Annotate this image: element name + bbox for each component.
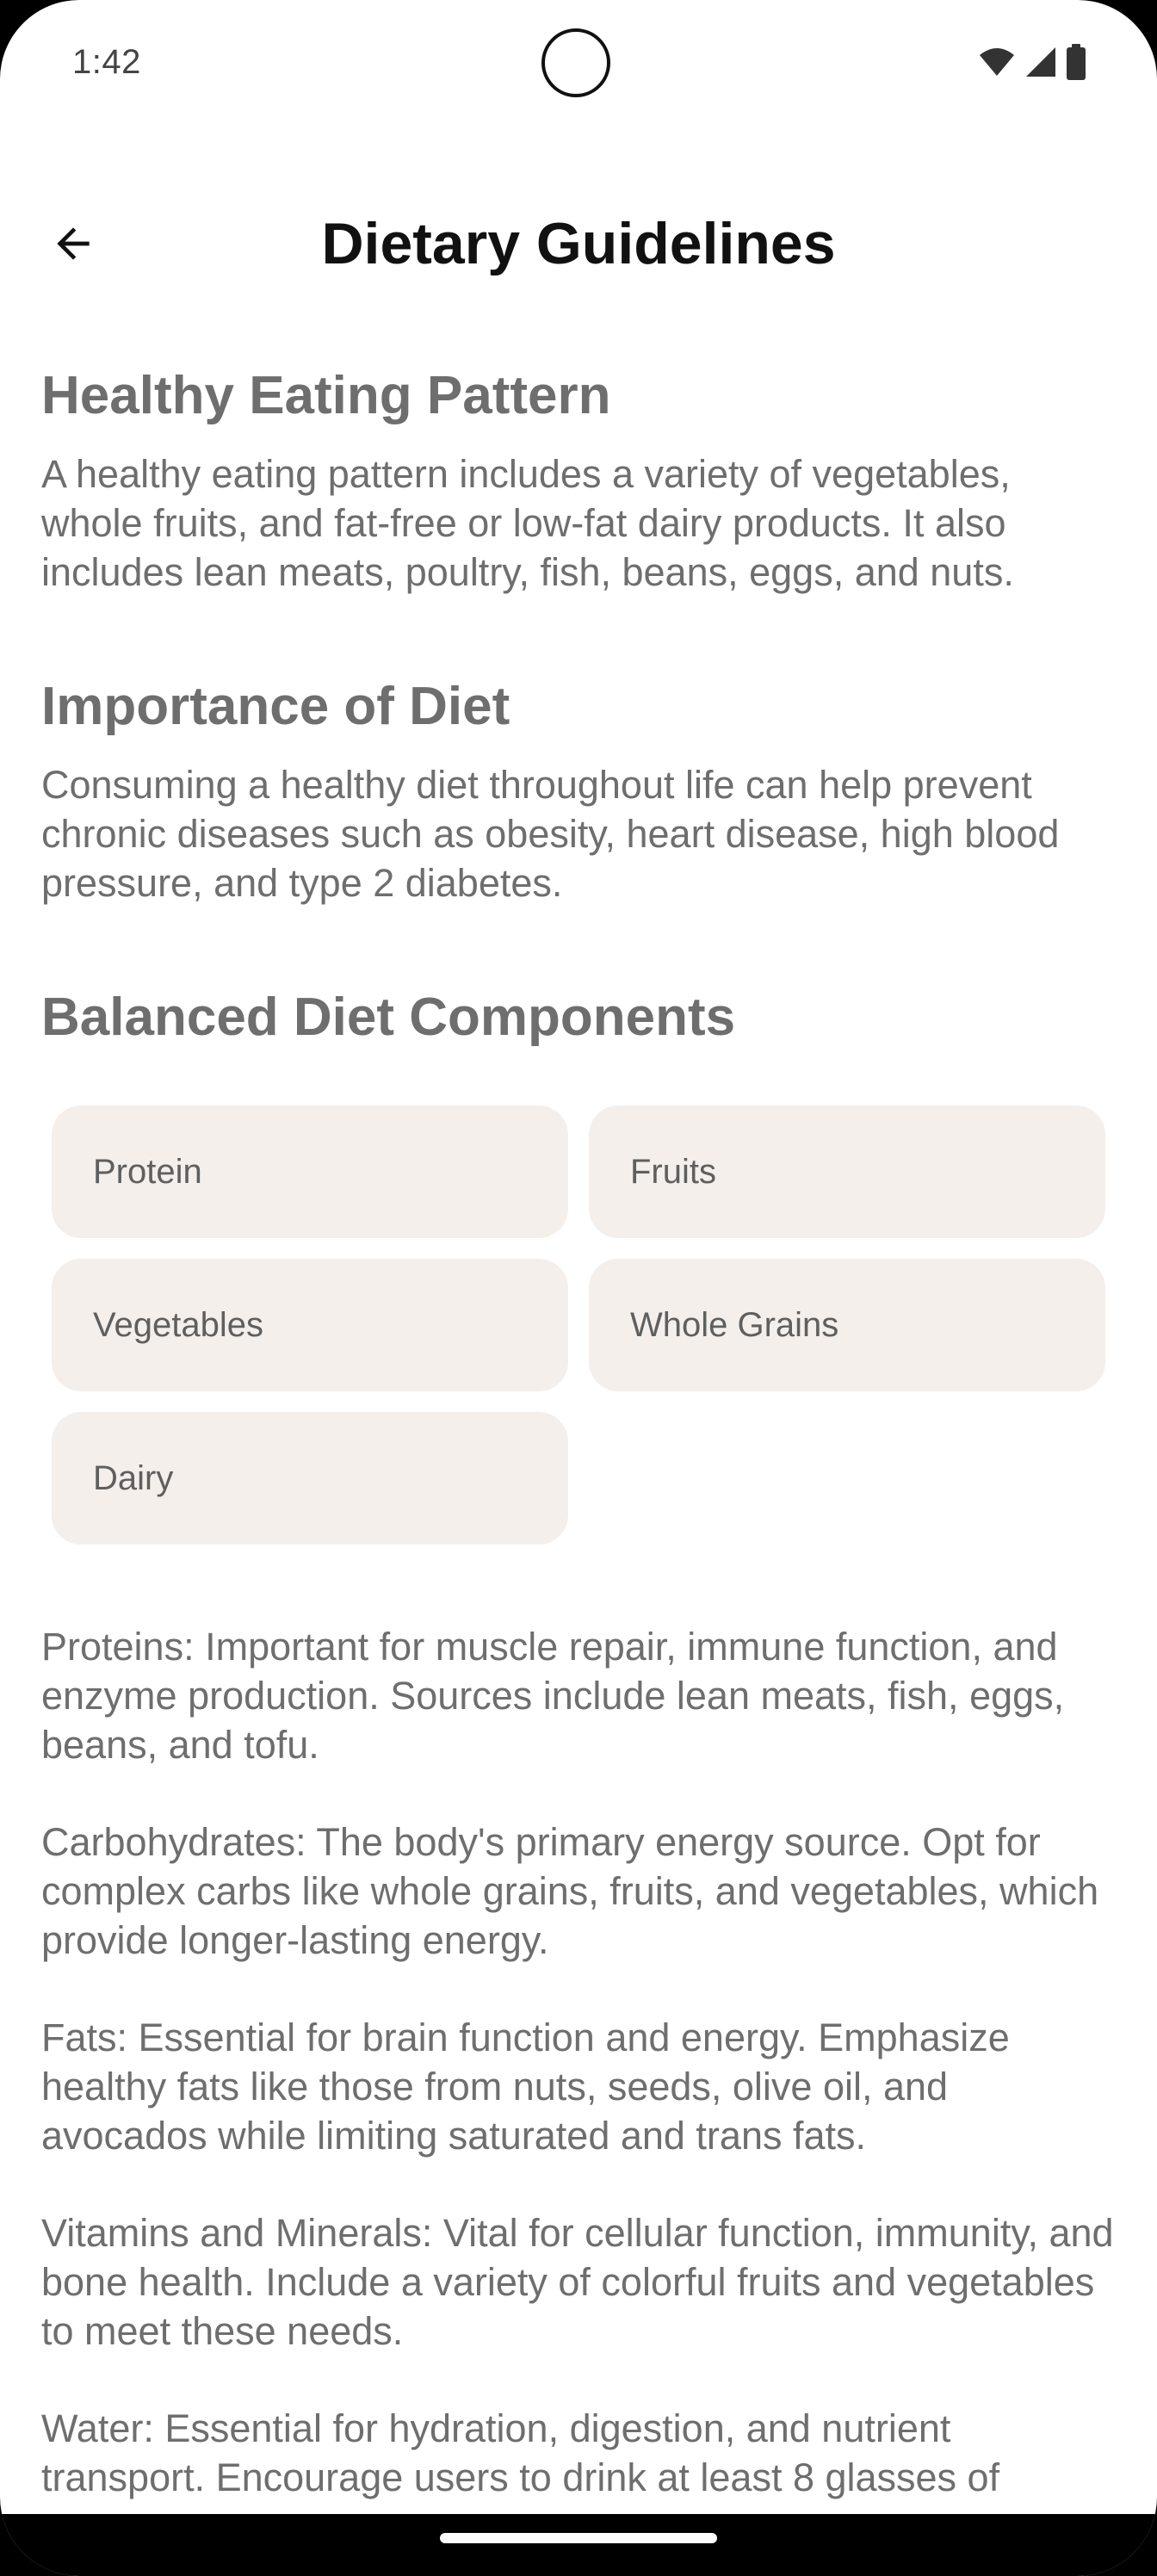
chip-vegetables[interactable]: Vegetables bbox=[52, 1259, 568, 1391]
camera-cutout bbox=[541, 28, 610, 97]
signal-icon bbox=[1024, 46, 1057, 83]
navigation-bar bbox=[0, 2514, 1157, 2576]
status-bar: 1:42 bbox=[0, 0, 1157, 129]
page-title: Dietary Guidelines bbox=[321, 211, 836, 276]
section-heading: Balanced Diet Components bbox=[41, 988, 736, 1047]
status-time: 1:42 bbox=[72, 43, 141, 81]
section-heading: Importance of Diet bbox=[41, 677, 510, 736]
detail-water: Water: Essential for hydration, digestio… bbox=[41, 2406, 1000, 2499]
section-body: Consuming a healthy diet throughout life… bbox=[41, 763, 1060, 905]
section-balanced-diet-components: Balanced Diet Components Protein Fruits … bbox=[41, 983, 1117, 1545]
app-screen: 1:42 Dietary Guidelines Healthy Eating P… bbox=[0, 0, 1157, 2576]
section-healthy-eating-pattern: Healthy Eating Pattern A healthy eating … bbox=[41, 362, 1117, 597]
detail-proteins: Proteins: Important for muscle repair, i… bbox=[41, 1625, 1065, 1767]
detail-carbohydrates: Carbohydrates: The body's primary energy… bbox=[41, 1820, 1099, 1962]
detail-fats: Fats: Essential for brain function and e… bbox=[41, 2016, 1010, 2158]
chip-protein[interactable]: Protein bbox=[52, 1105, 568, 1238]
wifi-icon bbox=[978, 46, 1016, 82]
nutrient-details: Proteins: Important for muscle repair, i… bbox=[41, 1622, 1117, 2502]
battery-icon bbox=[1066, 43, 1086, 84]
status-icons bbox=[978, 43, 1086, 84]
section-importance-of-diet: Importance of Diet Consuming a healthy d… bbox=[41, 672, 1117, 907]
section-heading: Healthy Eating Pattern bbox=[41, 366, 611, 425]
home-gesture-handle[interactable] bbox=[440, 2533, 717, 2543]
component-chips: Protein Fruits Vegetables Whole Grains D… bbox=[52, 1105, 1117, 1545]
section-body: A healthy eating pattern includes a vari… bbox=[41, 452, 1014, 594]
detail-vitamins-minerals: Vitamins and Minerals: Vital for cellula… bbox=[41, 2211, 1114, 2353]
chip-fruits[interactable]: Fruits bbox=[589, 1105, 1105, 1238]
top-app-bar: Dietary Guidelines bbox=[0, 189, 1157, 301]
content-scroll[interactable]: Healthy Eating Pattern A healthy eating … bbox=[41, 362, 1117, 2550]
chip-whole-grains[interactable]: Whole Grains bbox=[589, 1259, 1105, 1391]
chip-dairy[interactable]: Dairy bbox=[52, 1412, 568, 1545]
